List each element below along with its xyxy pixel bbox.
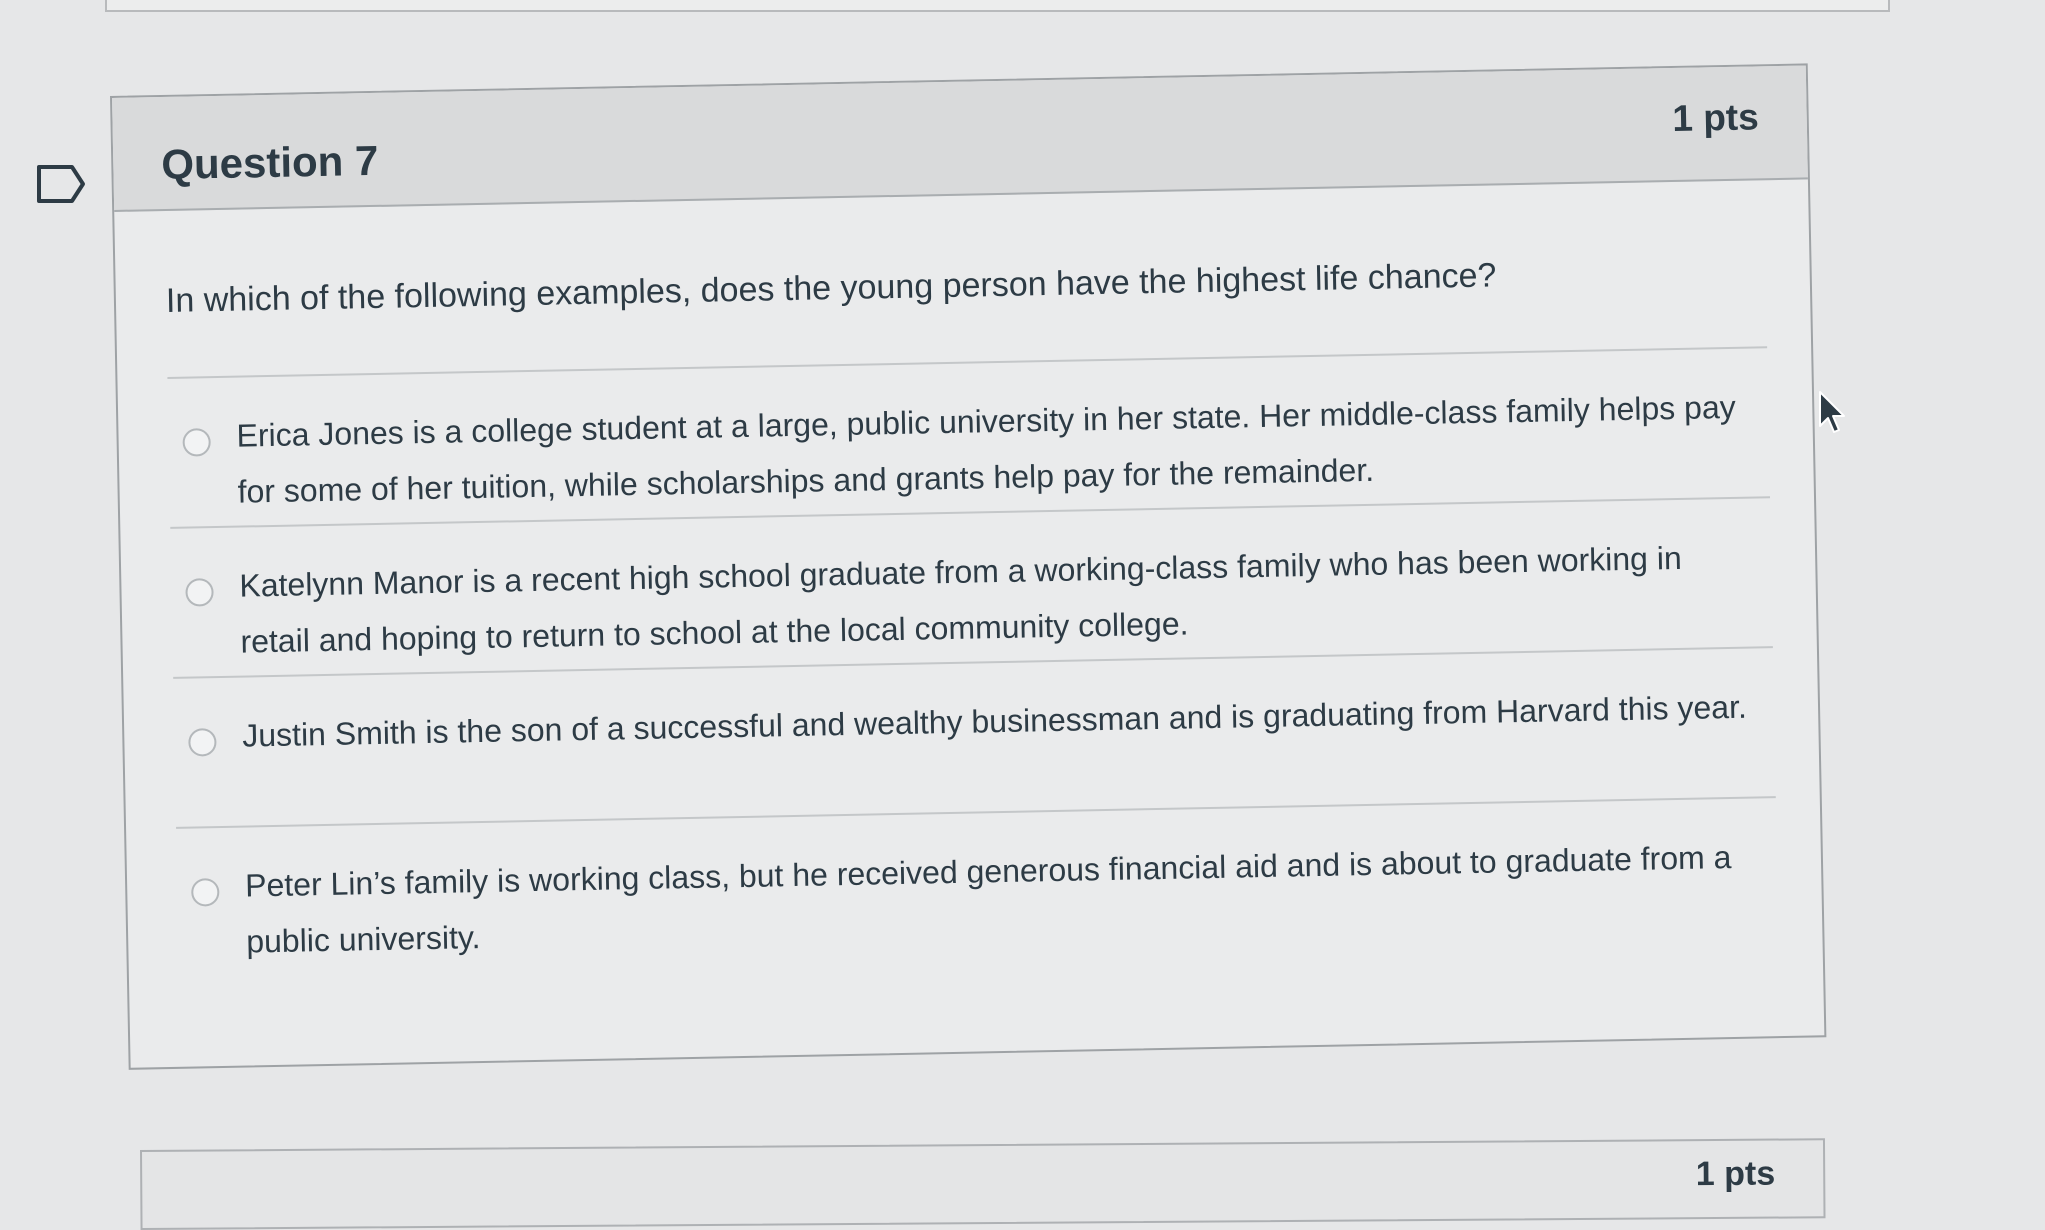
- flag-question-icon[interactable]: [36, 164, 86, 204]
- radio-button-icon[interactable]: [191, 878, 220, 907]
- question-card: Question 7 1 pts In which of the followi…: [110, 63, 1827, 1070]
- question-text: In which of the following examples, does…: [165, 256, 1497, 320]
- question-points: 1 pts: [1671, 96, 1760, 140]
- answer-label[interactable]: Peter Lin’s family is working class, but…: [245, 828, 1767, 969]
- next-question-points: 1 pts: [1695, 1154, 1776, 1194]
- answer-label[interactable]: Katelynn Manor is a recent high school g…: [239, 528, 1761, 669]
- radio-button-icon[interactable]: [188, 728, 217, 757]
- answer-list: Erica Jones is a college student at a la…: [167, 346, 1779, 977]
- answer-label[interactable]: Justin Smith is the son of a successful …: [242, 678, 1763, 763]
- radio-button-icon[interactable]: [185, 578, 214, 607]
- answer-label[interactable]: Erica Jones is a college student at a la…: [236, 378, 1758, 519]
- question-header: Question 7 1 pts: [112, 65, 1808, 212]
- question-title: Question 7: [160, 136, 379, 189]
- answer-option-4[interactable]: Peter Lin’s family is working class, but…: [176, 796, 1779, 977]
- mouse-pointer-icon: [1819, 391, 1845, 433]
- radio-button-icon[interactable]: [182, 428, 211, 457]
- previous-question-edge: [105, 0, 1890, 12]
- next-question-card: 1 pts: [140, 1138, 1826, 1230]
